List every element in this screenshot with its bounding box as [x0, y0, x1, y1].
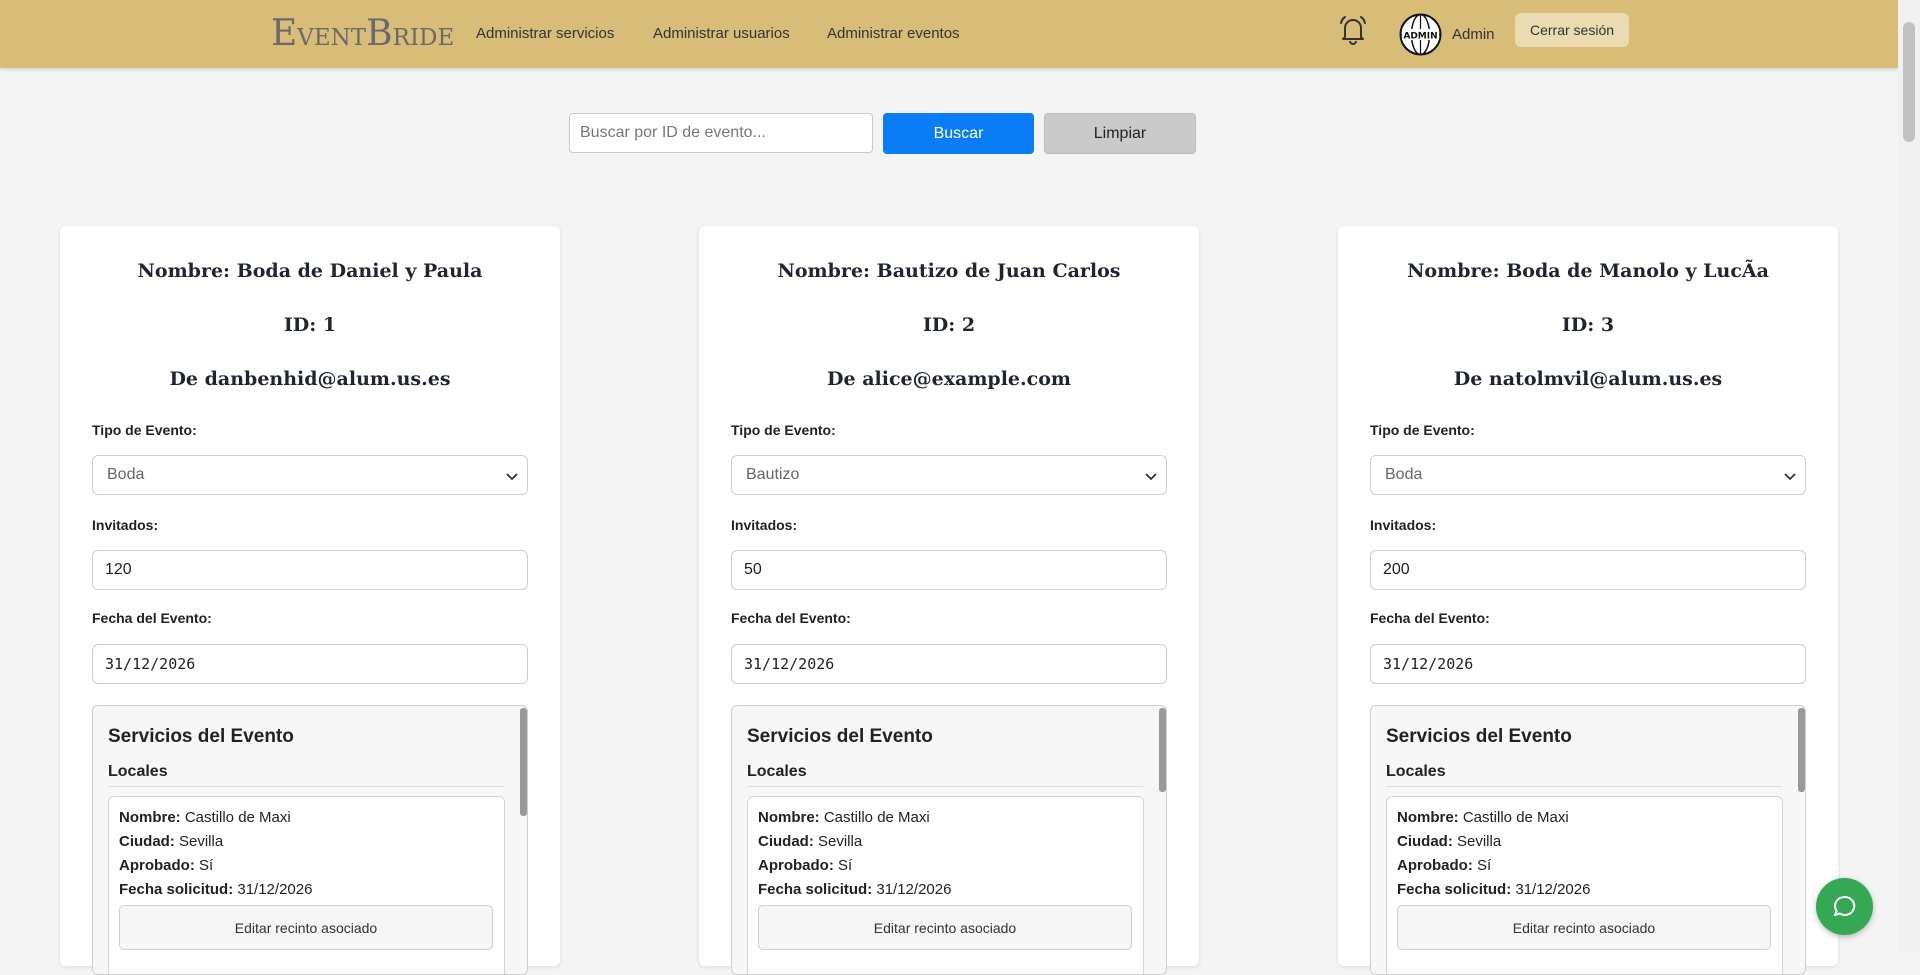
edit-venue-button[interactable]: Editar recinto asociado — [119, 905, 493, 950]
event-date-label: Fecha del Evento: — [731, 610, 851, 626]
venue-item: Nombre: Castillo de Maxi Ciudad: Sevilla… — [108, 796, 505, 974]
venue-item: Nombre: Castillo de Maxi Ciudad: Sevilla… — [1386, 796, 1783, 974]
logo-letter-e: E — [271, 13, 298, 54]
event-date-input[interactable] — [731, 644, 1167, 684]
edit-venue-button[interactable]: Editar recinto asociado — [1397, 905, 1771, 950]
event-id: ID: 2 — [922, 314, 976, 336]
guests-label: Invitados: — [731, 517, 798, 533]
eventbride-logo[interactable]: EVENTBRIDE — [271, 13, 454, 54]
services-title: Servicios del Evento — [747, 726, 933, 747]
venue-approved: Aprobado: Sí — [1397, 857, 1492, 874]
event-type-value: Boda — [107, 466, 145, 483]
event-owner: De alice@example.com — [827, 368, 1071, 390]
event-type-label: Tipo de Evento: — [731, 422, 836, 438]
page-scrollbar-thumb[interactable] — [1903, 22, 1915, 142]
services-panel[interactable]: Servicios del Evento Locales Nombre: Cas… — [731, 705, 1167, 975]
search-input[interactable] — [569, 113, 873, 153]
services-panel[interactable]: Servicios del Evento Locales Nombre: Cas… — [1370, 705, 1806, 975]
nav-administrar-eventos[interactable]: Administrar eventos — [827, 25, 960, 42]
services-title: Servicios del Evento — [108, 726, 294, 747]
services-scrollbar[interactable] — [1159, 708, 1166, 792]
chevron-down-icon — [1784, 473, 1796, 481]
venue-city: Ciudad: Sevilla — [758, 833, 863, 850]
guests-label: Invitados: — [1370, 517, 1437, 533]
venue-request-date: Fecha solicitud: 31/12/2026 — [1397, 881, 1591, 898]
nav-administrar-servicios[interactable]: Administrar servicios — [476, 25, 614, 42]
logo-text-vent: VENT — [297, 25, 367, 51]
chevron-down-icon — [506, 473, 518, 481]
guests-input[interactable] — [92, 550, 528, 590]
guests-label: Invitados: — [92, 517, 159, 533]
venue-city: Ciudad: Sevilla — [119, 833, 224, 850]
venue-item: Nombre: Castillo de Maxi Ciudad: Sevilla… — [747, 796, 1144, 974]
services-scrollbar[interactable] — [520, 708, 527, 816]
chat-button[interactable] — [1816, 878, 1873, 935]
services-title: Servicios del Evento — [1386, 726, 1572, 747]
venue-approved: Aprobado: Sí — [119, 857, 214, 874]
event-id: ID: 3 — [1561, 314, 1615, 336]
divider — [747, 786, 1143, 787]
search-button[interactable]: Buscar — [883, 113, 1034, 154]
event-card: Nombre: Boda de Manolo y LucÃa ID: 3 De … — [1338, 226, 1838, 975]
guests-input[interactable] — [1370, 550, 1806, 590]
user-name: Admin — [1452, 26, 1495, 43]
event-id: ID: 1 — [283, 314, 337, 336]
event-owner: De danbenhid@alum.us.es — [169, 368, 451, 390]
guests-input[interactable] — [731, 550, 1167, 590]
event-date-input[interactable] — [1370, 644, 1806, 684]
event-type-select[interactable]: Boda — [92, 455, 528, 495]
venue-name: Nombre: Castillo de Maxi — [758, 809, 930, 826]
event-type-value: Bautizo — [746, 466, 800, 483]
event-card: Nombre: Boda de Daniel y Paula ID: 1 De … — [60, 226, 560, 975]
nav-administrar-usuarios[interactable]: Administrar usuarios — [653, 25, 790, 42]
venue-name: Nombre: Castillo de Maxi — [119, 809, 291, 826]
logo-text-ride: RIDE — [392, 25, 455, 51]
event-type-select[interactable]: Bautizo — [731, 455, 1167, 495]
venues-heading: Locales — [108, 763, 168, 780]
event-type-label: Tipo de Evento: — [92, 422, 197, 438]
event-type-label: Tipo de Evento: — [1370, 422, 1475, 438]
divider — [108, 786, 504, 787]
chat-icon — [1834, 895, 1856, 916]
event-type-select[interactable]: Boda — [1370, 455, 1806, 495]
event-card: Nombre: Bautizo de Juan Carlos ID: 2 De … — [699, 226, 1199, 975]
logout-button[interactable]: Cerrar sesión — [1515, 13, 1629, 47]
page-scrollbar-track[interactable] — [1898, 0, 1920, 953]
top-navbar: EVENTBRIDE Administrar servicios Adminis… — [0, 0, 1898, 68]
bell-icon[interactable] — [1336, 13, 1370, 47]
services-scrollbar[interactable] — [1798, 708, 1805, 792]
venues-heading: Locales — [747, 763, 807, 780]
venue-request-date: Fecha solicitud: 31/12/2026 — [758, 881, 952, 898]
clear-button[interactable]: Limpiar — [1044, 113, 1196, 154]
venue-city: Ciudad: Sevilla — [1397, 833, 1502, 850]
divider — [1386, 786, 1782, 787]
event-date-input[interactable] — [92, 644, 528, 684]
venue-request-date: Fecha solicitud: 31/12/2026 — [119, 881, 313, 898]
event-owner: De natolmvil@alum.us.es — [1453, 368, 1723, 390]
event-date-label: Fecha del Evento: — [92, 610, 212, 626]
services-panel[interactable]: Servicios del Evento Locales Nombre: Cas… — [92, 705, 528, 975]
event-title: Nombre: Boda de Manolo y LucÃa — [1407, 260, 1769, 282]
venue-approved: Aprobado: Sí — [758, 857, 853, 874]
venue-name: Nombre: Castillo de Maxi — [1397, 809, 1569, 826]
event-type-value: Boda — [1385, 466, 1423, 483]
event-title: Nombre: Bautizo de Juan Carlos — [777, 260, 1121, 282]
chevron-down-icon — [1145, 473, 1157, 481]
avatar[interactable]: ADMIN — [1399, 13, 1442, 56]
edit-venue-button[interactable]: Editar recinto asociado — [758, 905, 1132, 950]
event-date-label: Fecha del Evento: — [1370, 610, 1490, 626]
logo-letter-b: B — [366, 13, 393, 54]
avatar-globe-icon: ADMIN — [1399, 13, 1442, 56]
venues-heading: Locales — [1386, 763, 1446, 780]
event-title: Nombre: Boda de Daniel y Paula — [137, 260, 483, 282]
svg-text:ADMIN: ADMIN — [1403, 32, 1437, 42]
